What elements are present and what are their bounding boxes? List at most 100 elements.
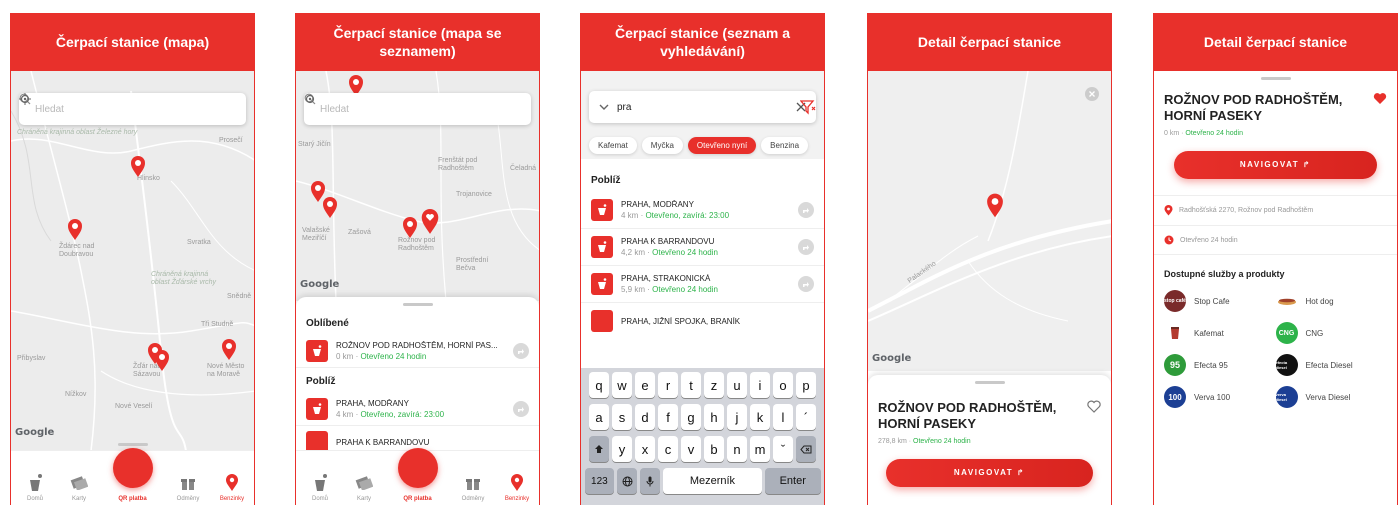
globe-key-icon[interactable] xyxy=(617,468,638,494)
key[interactable]: p xyxy=(796,372,816,398)
locate-icon[interactable] xyxy=(19,93,31,105)
key[interactable]: a xyxy=(589,404,609,430)
filter-icon[interactable] xyxy=(800,99,816,115)
key[interactable]: i xyxy=(750,372,770,398)
results-list: Poblíž PRAHA, MODŘANY 4 km · Otevřeno, za… xyxy=(581,167,824,339)
key[interactable]: m xyxy=(750,436,770,462)
navigate-arrow-icon[interactable] xyxy=(798,239,814,255)
map-roads xyxy=(11,71,254,451)
key[interactable]: q xyxy=(589,372,609,398)
navigate-arrow-icon[interactable] xyxy=(798,276,814,292)
map-label: Trojanovice xyxy=(456,191,492,198)
search-bar[interactable]: Hledat xyxy=(304,93,531,125)
key[interactable]: ˇ xyxy=(773,436,793,462)
sheet-grabber[interactable] xyxy=(974,381,1005,384)
key[interactable]: l xyxy=(773,404,793,430)
tab-stations[interactable]: Benzinky xyxy=(495,474,539,502)
station-pin-icon[interactable] xyxy=(322,197,338,219)
key[interactable]: v xyxy=(681,436,701,462)
key[interactable]: h xyxy=(704,404,724,430)
navigate-arrow-icon[interactable] xyxy=(513,401,529,417)
tab-rewards[interactable]: Odměny xyxy=(451,474,495,502)
list-item[interactable]: PRAHA, MODŘANY 4 km · Otevřeno, zavírá: 2… xyxy=(581,192,824,229)
list-item[interactable]: PRAHA, STRAKONICKÁ 5,9 km · Otevřeno 24 h… xyxy=(581,266,824,303)
search-bar[interactable]: pra xyxy=(589,91,816,123)
key[interactable]: b xyxy=(704,436,724,462)
key[interactable]: n xyxy=(727,436,747,462)
navigate-button[interactable]: NAVIGOVAT ↱ xyxy=(886,459,1093,487)
chip-mycka[interactable]: Myčka xyxy=(641,137,683,154)
map-view[interactable]: Chráněná krajinná oblast Železné hory Pr… xyxy=(11,71,254,505)
search-bar[interactable]: Hledat xyxy=(19,93,246,125)
service-item: verva diesel Verva Diesel xyxy=(1275,381,1388,413)
key[interactable]: g xyxy=(681,404,701,430)
station-pin-icon[interactable] xyxy=(221,339,237,361)
address-row[interactable]: Radhošťská 2270, Rožnov pod Radhoštěm xyxy=(1154,196,1397,226)
station-pin-icon[interactable] xyxy=(402,217,418,239)
station-pin-icon[interactable] xyxy=(67,219,83,241)
backspace-key-icon[interactable] xyxy=(796,436,816,462)
search-input[interactable]: Hledat xyxy=(320,104,521,115)
map-label: Čeladná xyxy=(510,165,537,172)
chip-open-now[interactable]: Otevřeno nyní xyxy=(687,137,757,154)
key[interactable]: d xyxy=(635,404,655,430)
map-label: Nové Veselí xyxy=(115,403,153,410)
list-item[interactable]: PRAHA, JIŽNÍ SPOJKA, BRANÍK xyxy=(581,303,824,339)
map-view[interactable]: Palackého Google xyxy=(868,71,1111,371)
navigate-button[interactable]: NAVIGOVAT ↱ xyxy=(1174,151,1377,179)
space-key[interactable]: Mezerník xyxy=(662,468,762,494)
qr-pay-button[interactable] xyxy=(397,448,438,488)
station-pin-icon[interactable] xyxy=(130,156,146,178)
key[interactable]: e xyxy=(635,372,655,398)
map-label: Rožnov pod Radhoštěm xyxy=(398,237,436,252)
station-pin-icon[interactable] xyxy=(986,193,1004,219)
search-input[interactable]: Hledat xyxy=(35,104,236,115)
heart-filled-icon[interactable] xyxy=(1373,92,1387,105)
list-item[interactable]: PRAHA K BARRANDOVU 4,2 km · Otevřeno 24 h… xyxy=(581,229,824,266)
map-label: Chráněná krajinná oblast Žďárské vrchy xyxy=(151,271,217,286)
key[interactable]: j xyxy=(727,404,747,430)
sheet-grabber[interactable] xyxy=(118,443,148,446)
key[interactable]: u xyxy=(727,372,747,398)
tab-stations[interactable]: Benzinky xyxy=(210,474,254,502)
key[interactable]: s xyxy=(612,404,632,430)
station-pin-icon[interactable] xyxy=(154,350,170,372)
qr-pay-button[interactable] xyxy=(112,448,153,488)
station-sheet: ROŽNOV POD RADHOŠTĚM, HORNÍ PASEKY 278,8… xyxy=(868,375,1111,505)
navigate-arrow-icon[interactable] xyxy=(798,202,814,218)
screen-title: Čerpací stanice (mapa) xyxy=(11,13,254,71)
map-label: Zašová xyxy=(348,229,371,236)
key[interactable]: k xyxy=(750,404,770,430)
key[interactable]: r xyxy=(658,372,678,398)
key[interactable]: z xyxy=(704,372,724,398)
key[interactable]: x xyxy=(635,436,655,462)
key[interactable]: ´ xyxy=(796,404,816,430)
list-item[interactable]: PRAHA, MODŘANY 4 km · Otevřeno, zavírá: 2… xyxy=(296,393,539,426)
microphone-key-icon[interactable] xyxy=(640,468,660,494)
list-item[interactable]: ROŽNOV POD RADHOŠTĚM, HORNÍ PAS... 0 km ·… xyxy=(296,335,539,368)
key[interactable]: w xyxy=(612,372,632,398)
tab-rewards[interactable]: Odměny xyxy=(166,474,210,502)
key[interactable]: f xyxy=(658,404,678,430)
key[interactable]: o xyxy=(773,372,793,398)
shift-key-icon[interactable] xyxy=(589,436,609,462)
navigate-arrow-icon[interactable] xyxy=(513,343,529,359)
heart-outline-icon[interactable] xyxy=(1087,400,1101,413)
key[interactable]: y xyxy=(612,436,632,462)
search-input[interactable]: pra xyxy=(617,102,796,113)
favorite-pin-icon[interactable] xyxy=(420,209,440,235)
numbers-key[interactable]: 123 xyxy=(584,468,615,494)
close-icon[interactable] xyxy=(1085,87,1099,101)
key[interactable]: c xyxy=(658,436,678,462)
sheet-grabber[interactable] xyxy=(1260,77,1291,80)
locate-icon[interactable] xyxy=(304,93,316,105)
station-distance: 0 km xyxy=(1164,130,1180,137)
chip-kafemat[interactable]: Kafemat xyxy=(589,137,637,154)
screen-detail-full: Detail čerpací stanice ROŽNOV POD RADHOŠ… xyxy=(1153,13,1398,505)
hot-dog-icon xyxy=(1276,290,1298,312)
key[interactable]: t xyxy=(681,372,701,398)
enter-key[interactable]: Enter xyxy=(765,468,821,494)
chip-benzina[interactable]: Benzina xyxy=(761,137,809,154)
chevron-down-icon[interactable] xyxy=(599,103,609,111)
map-view[interactable]: Starý Jičín Frenštát pod Radhoštěm Čelad… xyxy=(296,71,539,301)
